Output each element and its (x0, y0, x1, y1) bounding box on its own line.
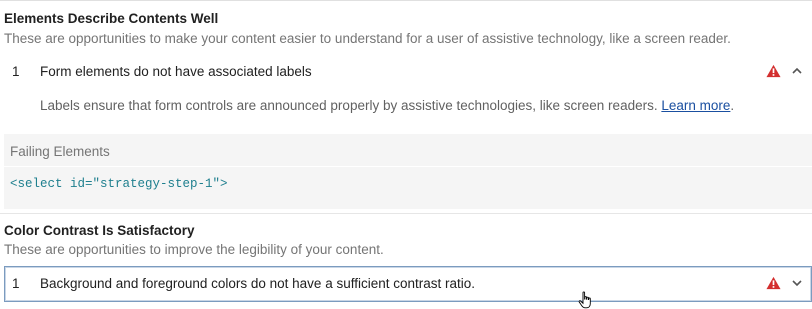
audit-index: 1 (12, 276, 20, 291)
learn-more-link[interactable]: Learn more (661, 98, 730, 113)
audit-title: Background and foreground colors do not … (40, 276, 476, 291)
failing-elements-panel: Failing Elements <select id="strategy-st… (4, 134, 812, 209)
top-divider (0, 0, 812, 1)
audit-index: 1 (12, 64, 20, 79)
section-title-elements-describe: Elements Describe Contents Well (4, 11, 219, 26)
chevron-up-icon[interactable] (791, 65, 803, 77)
audit-help-suffix: . (730, 98, 735, 113)
audit-row-form-labels[interactable]: 1 Form elements do not have associated l… (4, 54, 812, 90)
failing-element-code[interactable]: <select id="strategy-step-1"> (10, 177, 228, 191)
failing-elements-divider (4, 166, 812, 167)
section-description-color-contrast: These are opportunities to improve the l… (4, 242, 384, 257)
failing-elements-header: Failing Elements (10, 144, 110, 159)
section-description-elements-describe: These are opportunities to make your con… (4, 31, 731, 46)
warning-triangle-icon (766, 276, 781, 290)
audit-title: Form elements do not have associated lab… (40, 64, 312, 79)
chevron-down-icon[interactable] (791, 277, 803, 289)
audit-help-body: Labels ensure that form controls are ann… (40, 98, 658, 113)
section-title-color-contrast: Color Contrast Is Satisfactory (4, 223, 195, 238)
hand-pointer-cursor-icon (578, 291, 591, 309)
audit-help-text: Labels ensure that form controls are ann… (40, 98, 734, 113)
warning-triangle-icon (766, 64, 781, 78)
section-divider (0, 213, 812, 214)
audit-row-color-contrast[interactable]: 1 Background and foreground colors do no… (4, 266, 812, 302)
